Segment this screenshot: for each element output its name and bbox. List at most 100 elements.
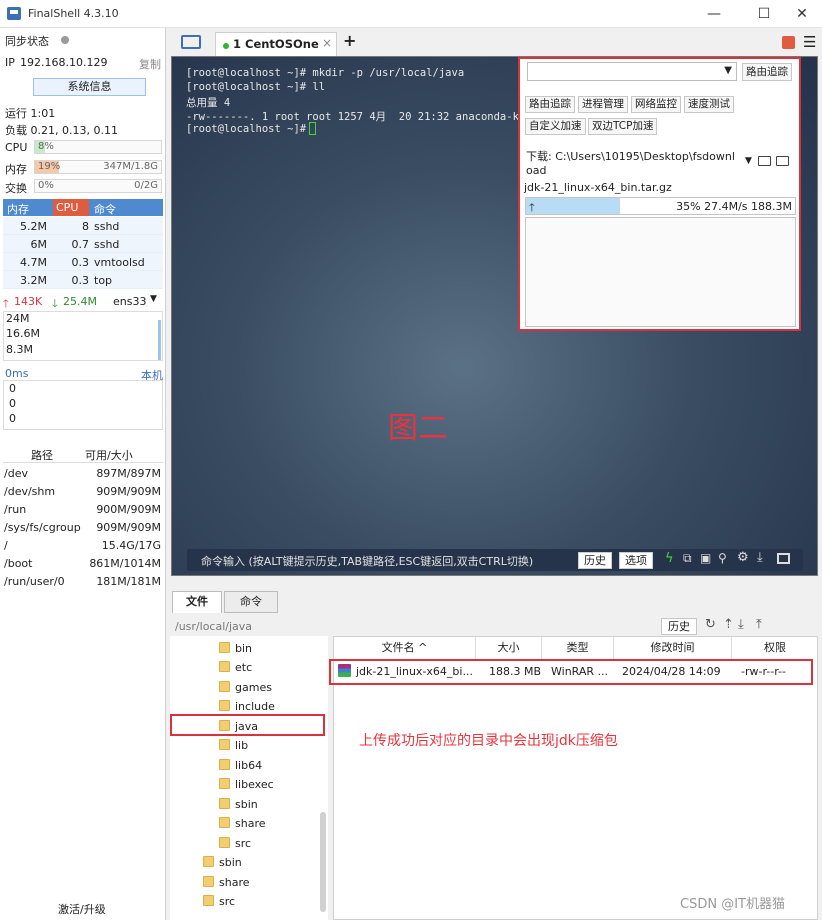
transfer-list (525, 217, 796, 327)
process-row[interactable]: 3.2M 0.3 top (3, 271, 163, 289)
swap-usage-bar: 0% 0/2G (34, 179, 162, 193)
download-icon[interactable]: ⤓ (757, 550, 763, 565)
disk-row[interactable]: /dev/shm 909M/909M (3, 483, 163, 501)
tree-scrollbar[interactable] (320, 812, 326, 912)
maximize-button[interactable]: ☐ (752, 4, 776, 24)
col-filename[interactable]: 文件名 ^ (334, 637, 476, 659)
col-size: 可用/大小 (85, 449, 133, 462)
chevron-down-icon[interactable]: ▼ (150, 294, 157, 304)
tool-speed-test[interactable]: 速度测试 (684, 96, 734, 113)
lightning-icon[interactable]: ϟ (665, 551, 674, 566)
tool-dual-tcp-accel[interactable]: 双边TCP加速 (588, 118, 658, 135)
transfer-progress-bar: 🡑 35% 27.4M/s 188.3M (525, 197, 796, 215)
command-input-hint[interactable]: 命令输入 (按ALT键提示历史,TAB键路径,ESC键返回,双击CTRL切换) (201, 553, 533, 569)
copy-icon[interactable]: ⧉ (683, 551, 692, 566)
folder-open-icon[interactable] (758, 156, 771, 166)
search-icon[interactable]: ⚲ (718, 551, 727, 565)
folder-open-icon[interactable] (181, 35, 201, 49)
layout-grid-icon[interactable] (782, 36, 795, 49)
window-title: FinalShell 4.3.10 (28, 7, 119, 20)
latency-scale-low: 0 (9, 412, 16, 425)
process-row[interactable]: 5.2M 8 sshd (3, 217, 163, 235)
terminal-cursor (309, 122, 316, 135)
col-size[interactable]: 大小 (476, 637, 542, 659)
highlight-uploaded-file (329, 659, 813, 685)
sync-status-label: 同步状态 (5, 35, 49, 48)
tab-close-icon[interactable]: × (322, 36, 332, 50)
disk-row[interactable]: /dev 897M/897M (3, 465, 163, 483)
folder-icon[interactable] (776, 156, 789, 166)
col-mem[interactable]: 内存 (7, 201, 29, 217)
activate-upgrade-link[interactable]: 激活/升级 (58, 901, 106, 917)
refresh-icon[interactable]: ↻ (705, 617, 716, 632)
cpu-usage-bar: 8% (34, 140, 162, 154)
mem-usage-value: 347M/1.8G (103, 161, 158, 172)
command-input-bar[interactable]: 命令输入 (按ALT键提示历史,TAB键路径,ESC键返回,双击CTRL切换) … (187, 549, 803, 571)
add-tab-button[interactable]: + (343, 31, 356, 50)
upload-icon[interactable]: ⤒ (756, 617, 762, 632)
cpu-label: CPU (5, 141, 28, 154)
latency-value: 0ms (5, 367, 29, 380)
folder-icon (203, 876, 214, 887)
terminal-line: -rw-------. 1 root root 1257 4月 20 21:32… (186, 111, 526, 123)
copy-ip-link[interactable]: 复制 (139, 56, 161, 72)
disk-row[interactable]: /15.4G/17G (3, 537, 163, 555)
mem-usage-pct: 19% (38, 161, 61, 172)
folder-icon (219, 661, 230, 672)
current-path[interactable]: /usr/local/java (175, 620, 252, 633)
process-row[interactable]: 4.7M 0.3 vmtoolsd (3, 253, 163, 271)
status-panel: 同步状态 IP 192.168.10.129 复制 系统信息 运行 1:01 负… (0, 28, 166, 920)
folder-icon (219, 778, 230, 789)
tab-commands[interactable]: 命令 (224, 591, 278, 613)
folder-icon (219, 837, 230, 848)
disk-row[interactable]: /run 900M/909M (3, 501, 163, 519)
finalshell-window: FinalShell 4.3.10 — ☐ ✕ 同步状态 IP 192.168.… (0, 0, 822, 920)
connected-dot-icon (223, 43, 229, 49)
title-bar: FinalShell 4.3.10 — ☐ ✕ (0, 0, 822, 28)
swap-usage-pct: 0% (38, 180, 54, 191)
options-button[interactable]: 选项 (619, 552, 653, 569)
tab-centosone[interactable]: 1 CentOSOne × (215, 32, 337, 56)
close-button[interactable]: ✕ (790, 4, 814, 24)
up-dir-icon[interactable]: ⇡ (723, 617, 734, 632)
highlight-java-folder (170, 714, 325, 736)
process-row[interactable]: 6M 0.7 sshd (3, 235, 163, 253)
terminal-line: [root@localhost ~]# mkdir -p /usr/local/… (186, 67, 465, 79)
folder-icon (219, 817, 230, 828)
minimize-button[interactable]: — (702, 4, 726, 24)
load-text: 负载 0.21, 0.13, 0.11 (5, 124, 118, 137)
folder-icon (219, 642, 230, 653)
col-permissions[interactable]: 权限 (732, 637, 818, 659)
csdn-watermark: CSDN @IT机器猫 (680, 897, 785, 912)
folder-icon (219, 798, 230, 809)
paste-icon[interactable]: ▣ (700, 551, 711, 565)
system-info-button[interactable]: 系统信息 (33, 78, 146, 96)
tool-process-manager[interactable]: 进程管理 (578, 96, 628, 113)
tab-files[interactable]: 文件 (172, 591, 222, 613)
tool-route-trace[interactable]: 路由追踪 (525, 96, 575, 113)
tool-network-monitor[interactable]: 网络监控 (631, 96, 681, 113)
terminal-line: 总用量 4 (186, 97, 231, 109)
route-trace-button[interactable]: 路由追踪 (742, 63, 792, 81)
net-interface-select[interactable]: ens33 (113, 295, 146, 308)
chevron-down-icon[interactable]: ▼ (745, 156, 752, 166)
col-cpu[interactable]: CPU (53, 199, 89, 216)
host-select[interactable]: ▼ (527, 62, 737, 81)
col-command[interactable]: 命令 (94, 201, 116, 217)
disk-row[interactable]: /sys/fs/cgroup 909M/909M (3, 519, 163, 537)
col-mtime[interactable]: 修改时间 (614, 637, 732, 659)
tool-custom-accel[interactable]: 自定义加速 (525, 118, 586, 135)
col-type[interactable]: 类型 (542, 637, 614, 659)
history-button[interactable]: 历史 (578, 552, 612, 569)
col-path: 路径 (31, 449, 53, 462)
fullscreen-icon[interactable] (777, 553, 790, 564)
path-history-button[interactable]: 历史 (661, 618, 697, 635)
menu-icon[interactable]: ☰ (803, 33, 816, 51)
terminal-line: [root@localhost ~]# (186, 123, 313, 135)
upload-arrow-icon: 🡑 (529, 201, 535, 214)
latency-scale-mid: 0 (9, 397, 16, 410)
disk-row[interactable]: /run/user/0 181M/181M (3, 573, 163, 591)
download-icon[interactable]: ⤓ (738, 617, 744, 632)
disk-row[interactable]: /boot 861M/1014M (3, 555, 163, 573)
gear-icon[interactable]: ⚙ (737, 550, 749, 565)
